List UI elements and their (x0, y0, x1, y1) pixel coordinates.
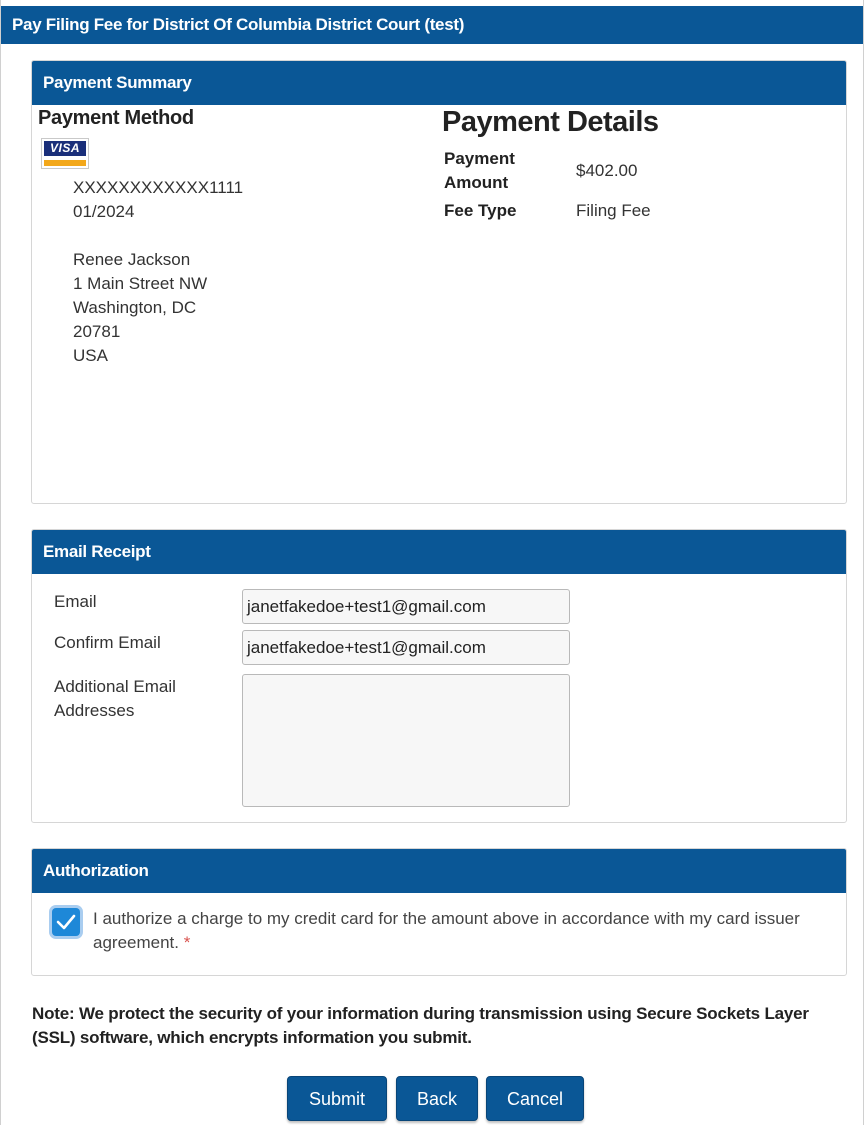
email-receipt-panel: Email Receipt Email janetfakedoe+test1@g… (31, 529, 847, 823)
additional-email-textarea[interactable] (242, 674, 570, 807)
authorize-checkbox[interactable] (52, 908, 80, 936)
ssl-security-note: Note: We protect the security of your in… (32, 1004, 809, 1047)
email-field[interactable]: janetfakedoe+test1@gmail.com (242, 589, 570, 624)
card-number: XXXXXXXXXXXX1111 (73, 178, 244, 197)
payment-page: Pay Filing Fee for District Of Columbia … (0, 0, 864, 1125)
billing-city-state: Washington, DC (73, 298, 197, 317)
card-brand-stripe (44, 160, 86, 166)
additional-email-label-line1: Additional Email (54, 677, 176, 696)
payment-amount-label-line2: Amount (444, 173, 509, 192)
email-label: Email (54, 592, 97, 611)
billing-zip: 20781 (73, 322, 121, 341)
cancel-button[interactable]: Cancel (486, 1076, 584, 1121)
email-receipt-heading: Email Receipt (32, 530, 846, 574)
payment-method-title: Payment Method (38, 107, 194, 129)
confirm-email-field[interactable]: janetfakedoe+test1@gmail.com (242, 630, 570, 665)
billing-country: USA (73, 346, 108, 365)
fee-type-label: Fee Type (444, 201, 517, 220)
payment-amount-label-line1: Payment (444, 149, 515, 168)
billing-name: Renee Jackson (73, 250, 191, 269)
payment-amount-value: $402.00 (576, 161, 638, 180)
confirm-email-label: Confirm Email (54, 633, 161, 652)
payment-summary-heading: Payment Summary (32, 61, 846, 105)
visa-card-icon: VISA (41, 138, 89, 169)
payment-details-title: Payment Details (442, 106, 659, 138)
authorization-panel: Authorization I authorize a charge to my… (31, 848, 847, 976)
card-expiry: 01/2024 (73, 202, 135, 221)
billing-street: 1 Main Street NW (73, 274, 208, 293)
page-title: Pay Filing Fee for District Of Columbia … (1, 6, 863, 44)
required-marker: * (183, 933, 191, 952)
submit-button[interactable]: Submit (287, 1076, 387, 1121)
checkmark-icon (56, 914, 76, 930)
additional-email-label-line2: Addresses (54, 701, 135, 720)
card-brand-label: VISA (44, 141, 86, 156)
fee-type-value: Filing Fee (576, 201, 651, 220)
back-button[interactable]: Back (396, 1076, 478, 1121)
payment-summary-panel: Payment Summary Payment Method VISA XXXX… (31, 60, 847, 504)
authorization-heading: Authorization (32, 849, 846, 893)
authorization-text: I authorize a charge to my credit card f… (93, 909, 800, 952)
authorization-statement: I authorize a charge to my credit card f… (93, 907, 813, 955)
